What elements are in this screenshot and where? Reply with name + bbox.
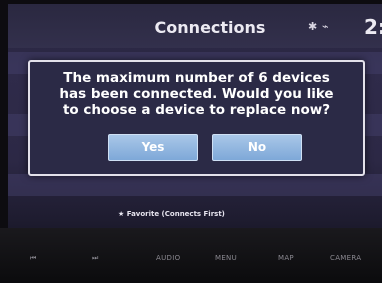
- dialog-message-line: to choose a device to replace now?: [62, 102, 331, 118]
- infotainment-screen: Connections ✱ ⌁ 2: The maximum number of…: [8, 4, 382, 228]
- device-list-row: [8, 174, 382, 196]
- audio-button[interactable]: AUDIO: [156, 254, 180, 262]
- dialog-message: The maximum number of 6 devices has been…: [40, 70, 353, 118]
- dialog-message-line: has been connected. Would you like: [59, 86, 334, 102]
- prev-track-button[interactable]: ⏮: [30, 254, 37, 263]
- menu-button[interactable]: MENU: [215, 254, 237, 262]
- favorite-note: ★ Favorite (Connects First): [118, 210, 225, 218]
- yes-button[interactable]: Yes: [108, 134, 198, 161]
- signal-icon: ⌁: [322, 20, 329, 33]
- page-title: Connections: [154, 18, 266, 37]
- bluetooth-icon: ✱: [308, 20, 318, 33]
- no-button[interactable]: No: [212, 134, 302, 161]
- next-track-button[interactable]: ⏭: [92, 254, 99, 263]
- header-bar: Connections ✱ ⌁ 2:: [8, 4, 382, 48]
- clock: 2:: [364, 15, 382, 39]
- camera-button[interactable]: CAMERA: [330, 254, 361, 262]
- max-devices-dialog: The maximum number of 6 devices has been…: [28, 60, 365, 176]
- dialog-message-line: The maximum number of 6 devices: [63, 70, 330, 86]
- map-button[interactable]: MAP: [278, 254, 294, 262]
- hardware-bezel: [0, 228, 382, 283]
